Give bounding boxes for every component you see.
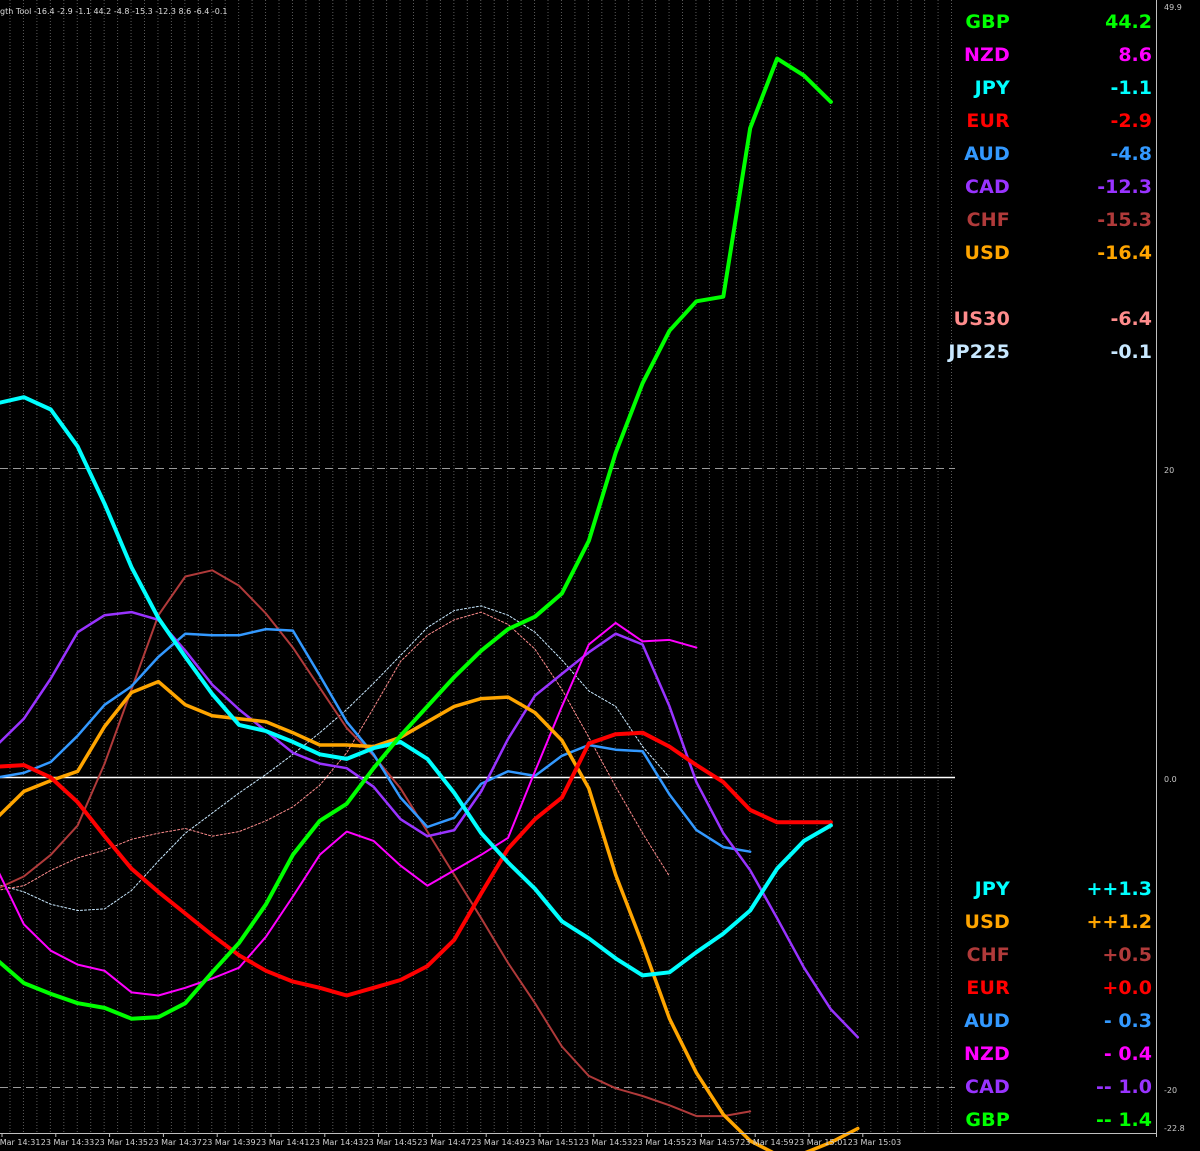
strength-row: CHF -15.3 [958, 203, 1158, 236]
momentum-row: EUR +0.0 [958, 971, 1158, 1004]
x-tick-label: 23 Mar 14:51 [525, 1138, 578, 1147]
strength-currency: AUD [964, 143, 1010, 165]
x-tick-label: 23 Mar 14:55 [633, 1138, 686, 1147]
strength-value: 44.2 [1105, 11, 1152, 33]
momentum-row: USD ++1.2 [958, 905, 1158, 938]
x-tick-label: 23 Mar 14:43 [310, 1138, 363, 1147]
x-tick-label: 23 Mar 14:39 [202, 1138, 255, 1147]
indicator-caption: gth Tool -16.4 -2.9 -1.1 44.2 -4.8 -15.3… [0, 7, 228, 16]
index-value: -0.1 [1110, 341, 1152, 363]
x-tick-label: 23 Mar 14:41 [256, 1138, 309, 1147]
momentum-value: +0.0 [1102, 977, 1152, 999]
momentum-currency: JPY [974, 878, 1010, 900]
momentum-currency: USD [964, 911, 1010, 933]
strength-row: NZD 8.6 [958, 38, 1158, 71]
strength-value: 8.6 [1118, 44, 1152, 66]
momentum-row: JPY ++1.3 [958, 872, 1158, 905]
x-tick-label: 23 Mar 14:47 [417, 1138, 470, 1147]
strength-value: -12.3 [1097, 176, 1152, 198]
momentum-currency: CHF [966, 944, 1010, 966]
x-tick-label: 23 Mar 14:53 [579, 1138, 632, 1147]
momentum-value: -- 1.4 [1095, 1109, 1152, 1131]
strength-value: -15.3 [1097, 209, 1152, 231]
momentum-panel: JPY ++1.3 USD ++1.2 CHF +0.5 EUR +0.0 AUD - 0… [958, 872, 1158, 1136]
x-tick-label: 23 Mar 14:57 [686, 1138, 739, 1147]
strength-currency: CHF [966, 209, 1010, 231]
momentum-currency: EUR [966, 977, 1010, 999]
x-tick-label: 23 Mar 14:35 [95, 1138, 148, 1147]
index-name: US30 [953, 308, 1010, 330]
momentum-row: GBP -- 1.4 [958, 1103, 1158, 1136]
momentum-currency: CAD [964, 1076, 1010, 1098]
strength-row: JPY -1.1 [958, 71, 1158, 104]
y-axis-level-20-label: 20 [1164, 466, 1175, 475]
momentum-value: -- 1.0 [1095, 1076, 1152, 1098]
strength-value: -16.4 [1097, 242, 1152, 264]
momentum-value: ++1.2 [1086, 911, 1153, 933]
index-name: JP225 [948, 341, 1010, 363]
x-tick-label: 23 Mar 14:37 [148, 1138, 201, 1147]
strength-row: EUR -2.9 [958, 104, 1158, 137]
x-tick-label: 23 Mar 14:31 [0, 1138, 40, 1147]
y-axis-level-minus20-label: -20 [1164, 1086, 1178, 1095]
momentum-value: ++1.3 [1086, 878, 1153, 900]
strength-row: CAD -12.3 [958, 170, 1158, 203]
x-tick-label: 23 Mar 15:03 [848, 1138, 901, 1147]
strength-currency: GBP [965, 11, 1010, 33]
momentum-currency: AUD [964, 1010, 1010, 1032]
momentum-value: - 0.3 [1103, 1010, 1152, 1032]
strength-value: -1.1 [1110, 77, 1152, 99]
x-tick-label: 23 Mar 14:59 [740, 1138, 793, 1147]
strength-row: AUD -4.8 [958, 137, 1158, 170]
index-row: US30 -6.4 [954, 302, 1158, 335]
momentum-currency: GBP [965, 1109, 1010, 1131]
index-row: JP225 -0.1 [948, 335, 1158, 368]
x-tick-label: 23 Mar 14:45 [364, 1138, 417, 1147]
index-value: -6.4 [1110, 308, 1152, 330]
momentum-row: AUD - 0.3 [958, 1004, 1158, 1037]
strength-currency: USD [964, 242, 1010, 264]
strength-currency: JPY [974, 77, 1010, 99]
strength-value: -2.9 [1110, 110, 1152, 132]
momentum-currency: NZD [963, 1043, 1010, 1065]
x-tick-label: 23 Mar 14:33 [41, 1138, 94, 1147]
momentum-row: NZD - 0.4 [958, 1037, 1158, 1070]
x-tick-label: 23 Mar 15:01 [794, 1138, 847, 1147]
strength-currency: CAD [964, 176, 1010, 198]
momentum-row: CHF +0.5 [958, 938, 1158, 971]
y-axis-zero-label: 0.0 [1164, 775, 1177, 784]
strength-currency: NZD [963, 44, 1010, 66]
strength-row: GBP 44.2 [958, 5, 1158, 38]
strength-value: -4.8 [1110, 143, 1152, 165]
strength-panel: GBP 44.2 NZD 8.6 JPY -1.1 EUR -2.9 AUD -4.8 C… [948, 5, 1158, 368]
x-tick-label: 23 Mar 14:49 [471, 1138, 524, 1147]
strength-currency: EUR [966, 110, 1010, 132]
strength-row: USD -16.4 [958, 236, 1158, 269]
momentum-row: CAD -- 1.0 [958, 1070, 1158, 1103]
momentum-value: +0.5 [1102, 944, 1152, 966]
momentum-value: - 0.4 [1103, 1043, 1152, 1065]
y-axis-min-label: -22.8 [1164, 1124, 1185, 1133]
panel-spacer [958, 269, 1158, 302]
y-axis-max-label: 49.9 [1164, 3, 1182, 12]
